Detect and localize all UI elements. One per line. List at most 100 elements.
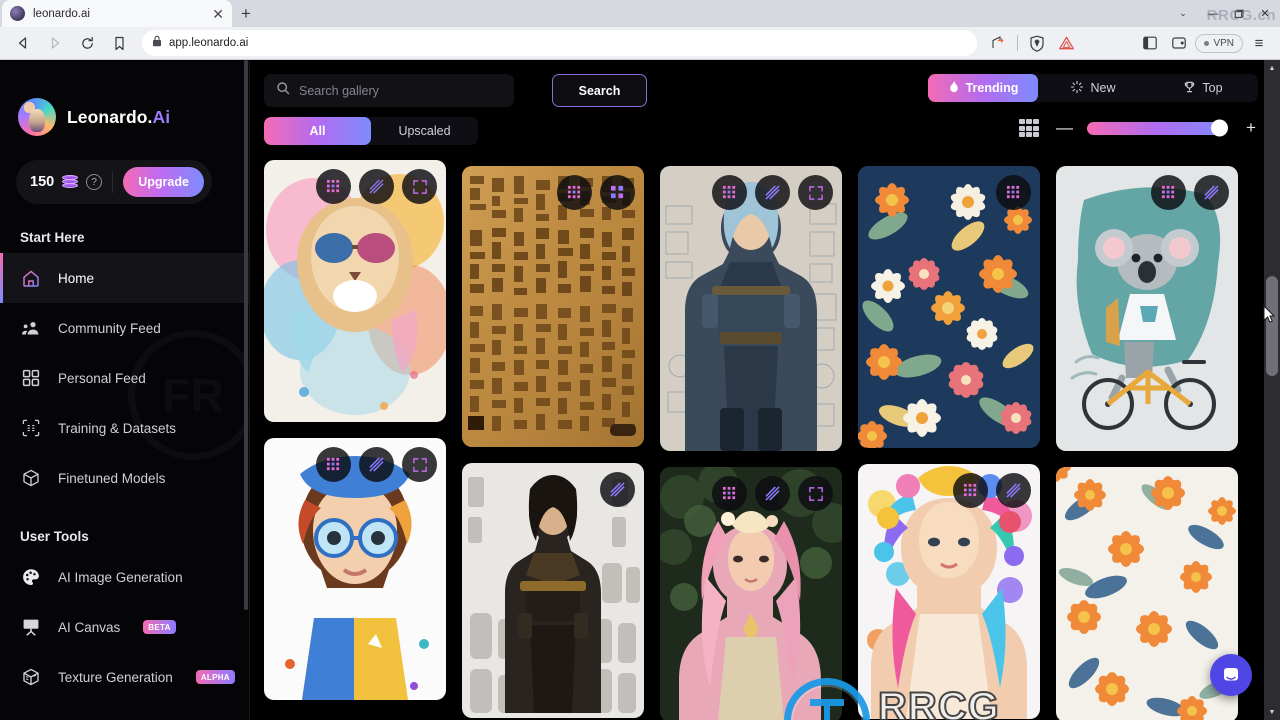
upscale-icon[interactable] (316, 447, 351, 482)
gallery-card-watercolor-lion-sunglasses[interactable] (264, 160, 446, 422)
card-actions (600, 472, 635, 507)
help-icon[interactable]: ? (86, 174, 103, 190)
variation-icon[interactable] (755, 175, 790, 210)
upscale-icon[interactable] (1151, 175, 1186, 210)
back-button[interactable] (8, 30, 38, 56)
gallery-card-colorful-hair-woman-portrait[interactable] (858, 464, 1040, 719)
sidebar-item-label: Community Feed (58, 320, 161, 336)
brave-shield-icon[interactable] (1024, 30, 1050, 56)
sparkle-icon (1070, 80, 1084, 97)
personal-feed-icon (20, 367, 42, 389)
tab-search-icon[interactable]: ⌄ (1166, 0, 1200, 27)
filter-tabs: All Upscaled (264, 117, 478, 145)
gallery-card-dark-fantasy-warrior-sheet[interactable] (462, 463, 644, 718)
upscale-icon[interactable] (953, 473, 988, 508)
leo-ai-icon[interactable] (1053, 30, 1079, 56)
gallery-card-egyptian-hieroglyph-papyrus[interactable] (462, 166, 644, 447)
zoom-slider[interactable] (1087, 119, 1228, 137)
sidebar-item-ai-image-generation[interactable]: AI Image Generation (0, 552, 249, 602)
close-window-button[interactable]: ✕ (1252, 0, 1278, 27)
gallery-row (264, 160, 1246, 720)
search-input-wrapper[interactable] (264, 74, 514, 107)
bookmark-manager-icon[interactable] (104, 30, 134, 56)
sidebar-item-label: Personal Feed (58, 370, 146, 386)
gallery-card-blue-haired-warrior-woman[interactable] (660, 166, 842, 451)
sidebar-icon[interactable] (1137, 30, 1163, 56)
wallet-icon[interactable] (1166, 30, 1192, 56)
card-actions (996, 175, 1031, 210)
expand-icon[interactable] (798, 175, 833, 210)
address-bar[interactable]: app.leonardo.ai (142, 30, 978, 56)
zoom-out-button[interactable]: — (1056, 118, 1073, 138)
upscale-icon[interactable] (712, 175, 747, 210)
page-scrollbar[interactable]: ▲ ▼ (1264, 60, 1280, 720)
sidebar-scrollbar[interactable] (244, 60, 248, 610)
upgrade-button[interactable]: Upgrade (123, 167, 204, 197)
sidebar-item-ai-canvas[interactable]: AI Canvas BETA (0, 602, 249, 652)
zoom-slider-knob[interactable] (1211, 119, 1228, 137)
maximize-button[interactable] (1226, 0, 1252, 27)
sort-tabs-wrapper: Trending New Top (928, 74, 1258, 102)
sidebar-item-personal-feed[interactable]: Personal Feed (0, 353, 249, 403)
upscale-icon[interactable] (712, 476, 747, 511)
new-tab-button[interactable]: + (232, 0, 260, 27)
upscale-icon[interactable] (557, 175, 592, 210)
variation-icon[interactable] (1194, 175, 1229, 210)
browser-menu-icon[interactable]: ≡ (1246, 30, 1272, 56)
gallery-card-orange-floral-pattern[interactable] (858, 166, 1040, 448)
sidebar-item-label: Finetuned Models (58, 470, 166, 486)
chat-bubble-button[interactable] (1210, 654, 1252, 696)
close-tab-icon[interactable]: ✕ (212, 7, 224, 21)
tab-new-label: New (1090, 81, 1116, 95)
gallery-card-pink-haired-elf-portrait[interactable] (660, 467, 842, 720)
scroll-up-arrow[interactable]: ▲ (1264, 60, 1280, 76)
upscale-icon[interactable] (996, 175, 1031, 210)
sidebar-item-label: Home (58, 270, 95, 286)
vpn-label: VPN (1213, 37, 1234, 49)
sidebar-item-finetuned-models[interactable]: Finetuned Models (0, 453, 249, 503)
credits-panel: 150 ? Upgrade (16, 160, 212, 204)
grid-density-icon[interactable] (1019, 119, 1039, 137)
upscale-icon[interactable] (316, 169, 351, 204)
variation-icon[interactable] (996, 473, 1031, 508)
tab-top[interactable]: Top (1148, 74, 1258, 102)
browser-tab[interactable]: leonardo.ai ✕ (2, 0, 232, 27)
variation-icon[interactable] (359, 169, 394, 204)
app-sidebar: FR Leonardo.Ai 150 ? Upgrade Start Here (0, 60, 250, 720)
scroll-down-arrow[interactable]: ▼ (1264, 704, 1280, 720)
forward-button[interactable] (40, 30, 70, 56)
search-button[interactable]: Search (552, 74, 647, 107)
flame-icon (948, 80, 960, 97)
tab-new[interactable]: New (1038, 74, 1148, 102)
gallery-card-girl-with-blue-glasses-backpack[interactable] (264, 438, 446, 700)
browser-window: leonardo.ai ✕ + ⌄ — ✕ RRCG.cn app.leonar… (0, 0, 1280, 720)
sidebar-item-home[interactable]: Home (0, 253, 249, 303)
scrollbar-track[interactable] (1264, 76, 1280, 704)
variation-icon[interactable] (600, 472, 635, 507)
zoom-in-button[interactable]: + (1244, 118, 1258, 138)
community-icon (20, 317, 42, 339)
variation-icon[interactable] (755, 476, 790, 511)
sidebar-item-training-datasets[interactable]: Training & Datasets (0, 403, 249, 453)
gallery-card-koala-riding-bicycle[interactable] (1056, 166, 1238, 451)
app-page: FR Leonardo.Ai 150 ? Upgrade Start Here (0, 60, 1280, 720)
share-icon[interactable] (985, 30, 1011, 56)
expand-icon[interactable] (798, 476, 833, 511)
credit-amount: 150 (30, 174, 55, 190)
favicon-icon (10, 6, 25, 21)
expand-icon[interactable] (402, 447, 437, 482)
tab-upscaled[interactable]: Upscaled (371, 117, 478, 145)
sidebar-item-community-feed[interactable]: Community Feed (0, 303, 249, 353)
variation-icon[interactable] (600, 175, 635, 210)
reload-button[interactable] (72, 30, 102, 56)
sidebar-item-texture-generation[interactable]: Texture Generation ALPHA (0, 652, 249, 702)
card-actions (557, 175, 635, 210)
brand-logo-block[interactable]: Leonardo.Ai (0, 60, 249, 136)
search-input[interactable] (299, 83, 502, 98)
vpn-toggle[interactable]: VPN (1195, 33, 1243, 53)
minimize-button[interactable]: — (1200, 0, 1226, 27)
expand-icon[interactable] (402, 169, 437, 204)
tab-all[interactable]: All (264, 117, 371, 145)
tab-trending[interactable]: Trending (928, 74, 1038, 102)
variation-icon[interactable] (359, 447, 394, 482)
